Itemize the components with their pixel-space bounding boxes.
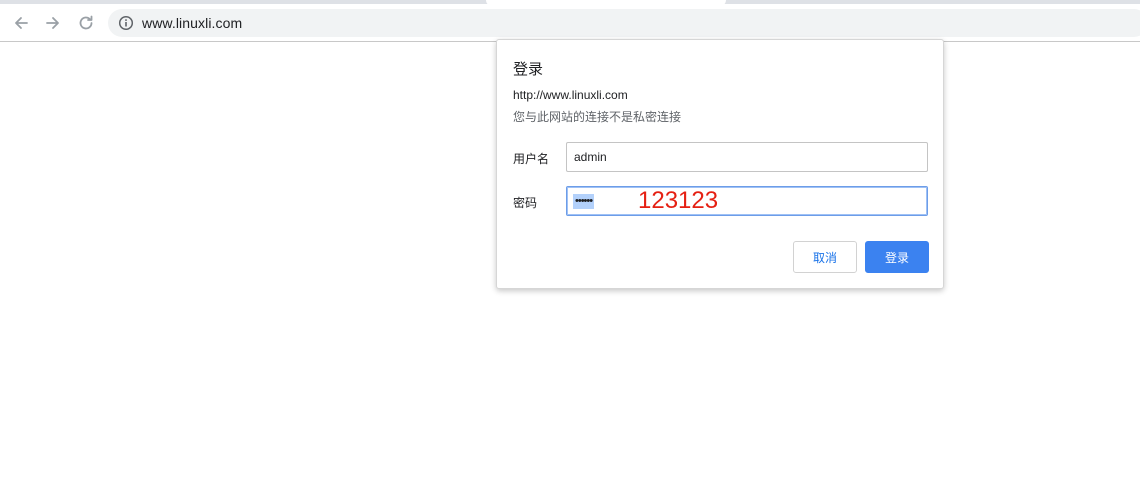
- browser-toolbar: www.linuxli.com: [0, 4, 1140, 42]
- password-label: 密码: [513, 196, 538, 210]
- reload-button[interactable]: [75, 12, 97, 34]
- arrow-left-icon: [15, 17, 28, 29]
- username-label: 用户名: [513, 152, 550, 166]
- login-button[interactable]: 登录: [865, 241, 929, 273]
- dialog-origin: http://www.linuxli.com: [513, 88, 628, 102]
- address-bar[interactable]: www.linuxli.com: [108, 9, 1140, 37]
- password-field[interactable]: •••••• 123123: [566, 186, 928, 216]
- back-button[interactable]: [10, 12, 32, 34]
- username-field[interactable]: admin: [566, 142, 928, 172]
- password-annotation: 123123: [638, 187, 719, 214]
- auth-dialog: 登录 http://www.linuxli.com 您与此网站的连接不是私密连接…: [496, 39, 944, 289]
- forward-button[interactable]: [42, 12, 64, 34]
- browser-window: www.linuxli.com 登录 http://www.linuxli.co…: [0, 0, 1140, 495]
- reload-icon: [79, 15, 93, 30]
- dialog-title: 登录: [513, 61, 544, 78]
- username-value: admin: [574, 150, 607, 164]
- url-text: www.linuxli.com: [142, 15, 243, 31]
- arrow-right-icon: [46, 17, 59, 29]
- cancel-button[interactable]: 取消: [793, 241, 857, 273]
- password-masked-value: ••••••: [573, 194, 595, 209]
- connection-warning: 您与此网站的连接不是私密连接: [513, 110, 682, 124]
- info-icon[interactable]: [118, 15, 134, 31]
